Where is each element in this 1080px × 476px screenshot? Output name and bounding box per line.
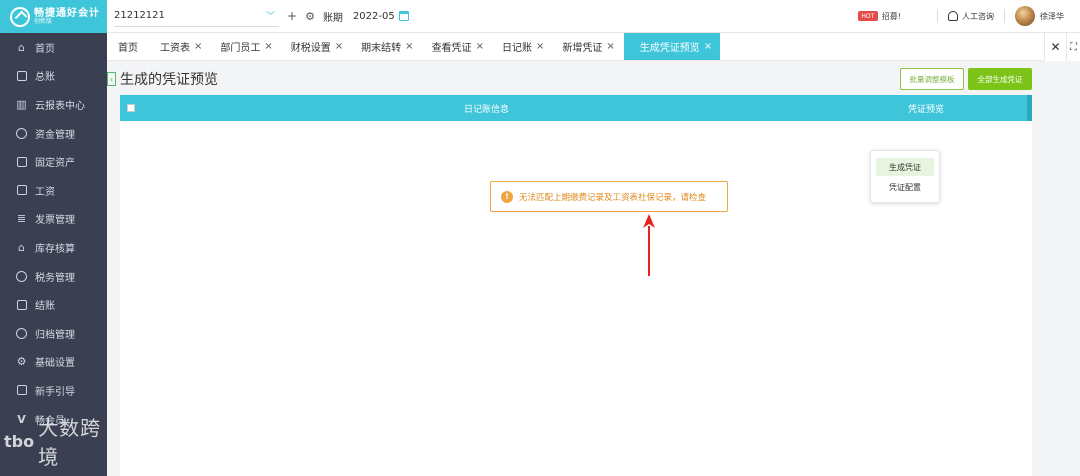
sidebar-item-settings[interactable]: ⚙ 基础设置	[0, 348, 107, 377]
sidebar-item-checkout[interactable]: 结账	[0, 290, 107, 319]
tab-journal[interactable]: 日记账 ×	[493, 33, 553, 60]
watermark-logo: tbo	[4, 431, 35, 451]
company-name: 21212121	[114, 10, 165, 21]
archive-icon	[16, 327, 27, 339]
watermark: tbo 大数跨境	[4, 412, 107, 470]
collapse-icon[interactable]: ‹	[107, 72, 116, 86]
tab-salary-sheet[interactable]: 工资表 ×	[151, 33, 211, 60]
sidebar-item-invoice[interactable]: ≣ 发票管理	[0, 205, 107, 234]
tab-voucher-preview[interactable]: 生成凭证预览 ×	[623, 33, 721, 60]
column-header-voucher-preview: 凭证预览	[908, 104, 945, 115]
logo-icon	[10, 6, 30, 27]
sidebar-item-archive[interactable]: 归档管理	[0, 319, 107, 348]
guide-icon	[16, 385, 27, 396]
annotation-arrow	[643, 214, 655, 276]
app-subtitle: 创新版	[34, 17, 53, 25]
warehouse-icon: ⌂	[18, 240, 25, 254]
add-icon[interactable]: +	[287, 9, 297, 23]
warning-text: 无法匹配上期缴费记录及工资表社保记录，请检查	[519, 192, 707, 203]
sidebar-item-reports[interactable]: ▥ 云报表中心	[0, 90, 107, 119]
sidebar-item-fixed-assets[interactable]: 固定资产	[0, 147, 107, 176]
top-bar: 21212121 ﹀ + ⚙ 账期 2022-05 HOT 招募! 人工咨询 徐…	[107, 0, 1080, 33]
company-select[interactable]: 21212121 ﹀	[114, 5, 279, 27]
close-all-tabs-button[interactable]: ✕	[1044, 33, 1066, 61]
period-label: 账期	[322, 12, 343, 24]
generate-voucher-option[interactable]: 生成凭证	[876, 158, 934, 176]
close-icon[interactable]: ×	[536, 41, 544, 52]
scrollbar-gutter	[1027, 95, 1032, 121]
batch-adjust-template-button[interactable]: 批量调整模板	[900, 68, 964, 90]
ledger-icon	[16, 70, 27, 81]
tax-icon	[16, 270, 27, 282]
support-link[interactable]: 人工咨询	[948, 11, 994, 22]
divider	[1004, 9, 1005, 23]
close-icon[interactable]: ×	[264, 41, 272, 52]
fullscreen-icon[interactable]: ⛶	[1066, 33, 1080, 61]
chart-icon: ▥	[16, 97, 27, 111]
warning-message: ! 无法匹配上期缴费记录及工资表社保记录，请检查	[490, 181, 728, 212]
generate-all-vouchers-button[interactable]: 全部生成凭证	[968, 68, 1032, 90]
close-icon[interactable]: ×	[704, 41, 712, 52]
tab-tax-settings[interactable]: 财税设置 ×	[282, 33, 352, 60]
home-icon: ⌂	[18, 40, 25, 54]
page-title: 生成的凭证预览	[120, 72, 218, 88]
sidebar: 畅捷通好会计 创新版 ⌂ 首页 总账 ▥ 云报表中心 资金管理 固定资产 工资 ≣ 发…	[0, 0, 107, 476]
period-value[interactable]: 2022-05	[353, 11, 395, 22]
sidebar-item-ledger[interactable]: 总账	[0, 62, 107, 91]
main-content: ‹ 生成的凭证预览 批量调整模板 全部生成凭证 日记账信息 凭证预览 ! 无法匹…	[107, 61, 1080, 476]
tab-period-close[interactable]: 期末结转 ×	[352, 33, 422, 60]
close-icon[interactable]: ×	[606, 41, 614, 52]
chevron-down-icon: ﹀	[265, 12, 275, 22]
tab-bar: 首页 工资表 × 部门员工 × 财税设置 × 期末结转 × 查看凭证 × 日记账 × 新增凭…	[107, 33, 1080, 61]
calendar-icon[interactable]	[398, 11, 409, 21]
tab-departments[interactable]: 部门员工 ×	[211, 33, 281, 60]
checkout-icon	[16, 299, 27, 310]
user-menu[interactable]: 徐泽华	[1015, 6, 1064, 26]
sidebar-item-salary[interactable]: 工资	[0, 176, 107, 205]
app-logo[interactable]: 畅捷通好会计 创新版	[0, 0, 107, 33]
sidebar-item-tax[interactable]: 税务管理	[0, 262, 107, 291]
recruit-link[interactable]: HOT 招募!	[857, 11, 901, 22]
table-header: 日记账信息 凭证预览	[120, 95, 1032, 121]
gear-icon[interactable]: ⚙	[305, 10, 315, 23]
avatar	[1015, 6, 1035, 26]
salary-icon	[16, 185, 27, 196]
close-icon[interactable]: ×	[405, 41, 413, 52]
headset-icon	[948, 11, 958, 21]
asset-icon	[16, 156, 27, 167]
sidebar-item-guide[interactable]: 新手引导	[0, 376, 107, 405]
tab-home[interactable]: 首页	[107, 33, 151, 60]
generate-voucher-dropdown: 生成凭证 凭证配置	[870, 150, 940, 203]
close-icon[interactable]: ×	[335, 41, 343, 52]
tab-new-voucher[interactable]: 新增凭证 ×	[553, 33, 623, 60]
user-name: 徐泽华	[1040, 11, 1064, 21]
watermark-text: 大数跨境	[38, 416, 102, 469]
voucher-config-option[interactable]: 凭证配置	[876, 178, 934, 196]
money-icon	[16, 127, 27, 139]
hot-badge-icon: HOT	[857, 11, 878, 21]
sidebar-item-funds[interactable]: 资金管理	[0, 119, 107, 148]
invoice-icon: ≣	[16, 212, 27, 226]
sidebar-item-home[interactable]: ⌂ 首页	[0, 33, 107, 62]
settings-icon: ⚙	[16, 355, 27, 369]
select-all-checkbox[interactable]	[127, 104, 135, 112]
divider	[937, 9, 938, 23]
column-header-journal-info: 日记账信息	[464, 104, 510, 115]
sidebar-nav: ⌂ 首页 总账 ▥ 云报表中心 资金管理 固定资产 工资 ≣ 发票管理 ⌂ 库存核算 税…	[0, 33, 107, 433]
close-icon[interactable]: ×	[476, 41, 484, 52]
sidebar-item-inventory[interactable]: ⌂ 库存核算	[0, 233, 107, 262]
tab-view-voucher[interactable]: 查看凭证 ×	[423, 33, 493, 60]
warning-icon: !	[501, 190, 513, 203]
close-icon[interactable]: ×	[194, 41, 202, 52]
